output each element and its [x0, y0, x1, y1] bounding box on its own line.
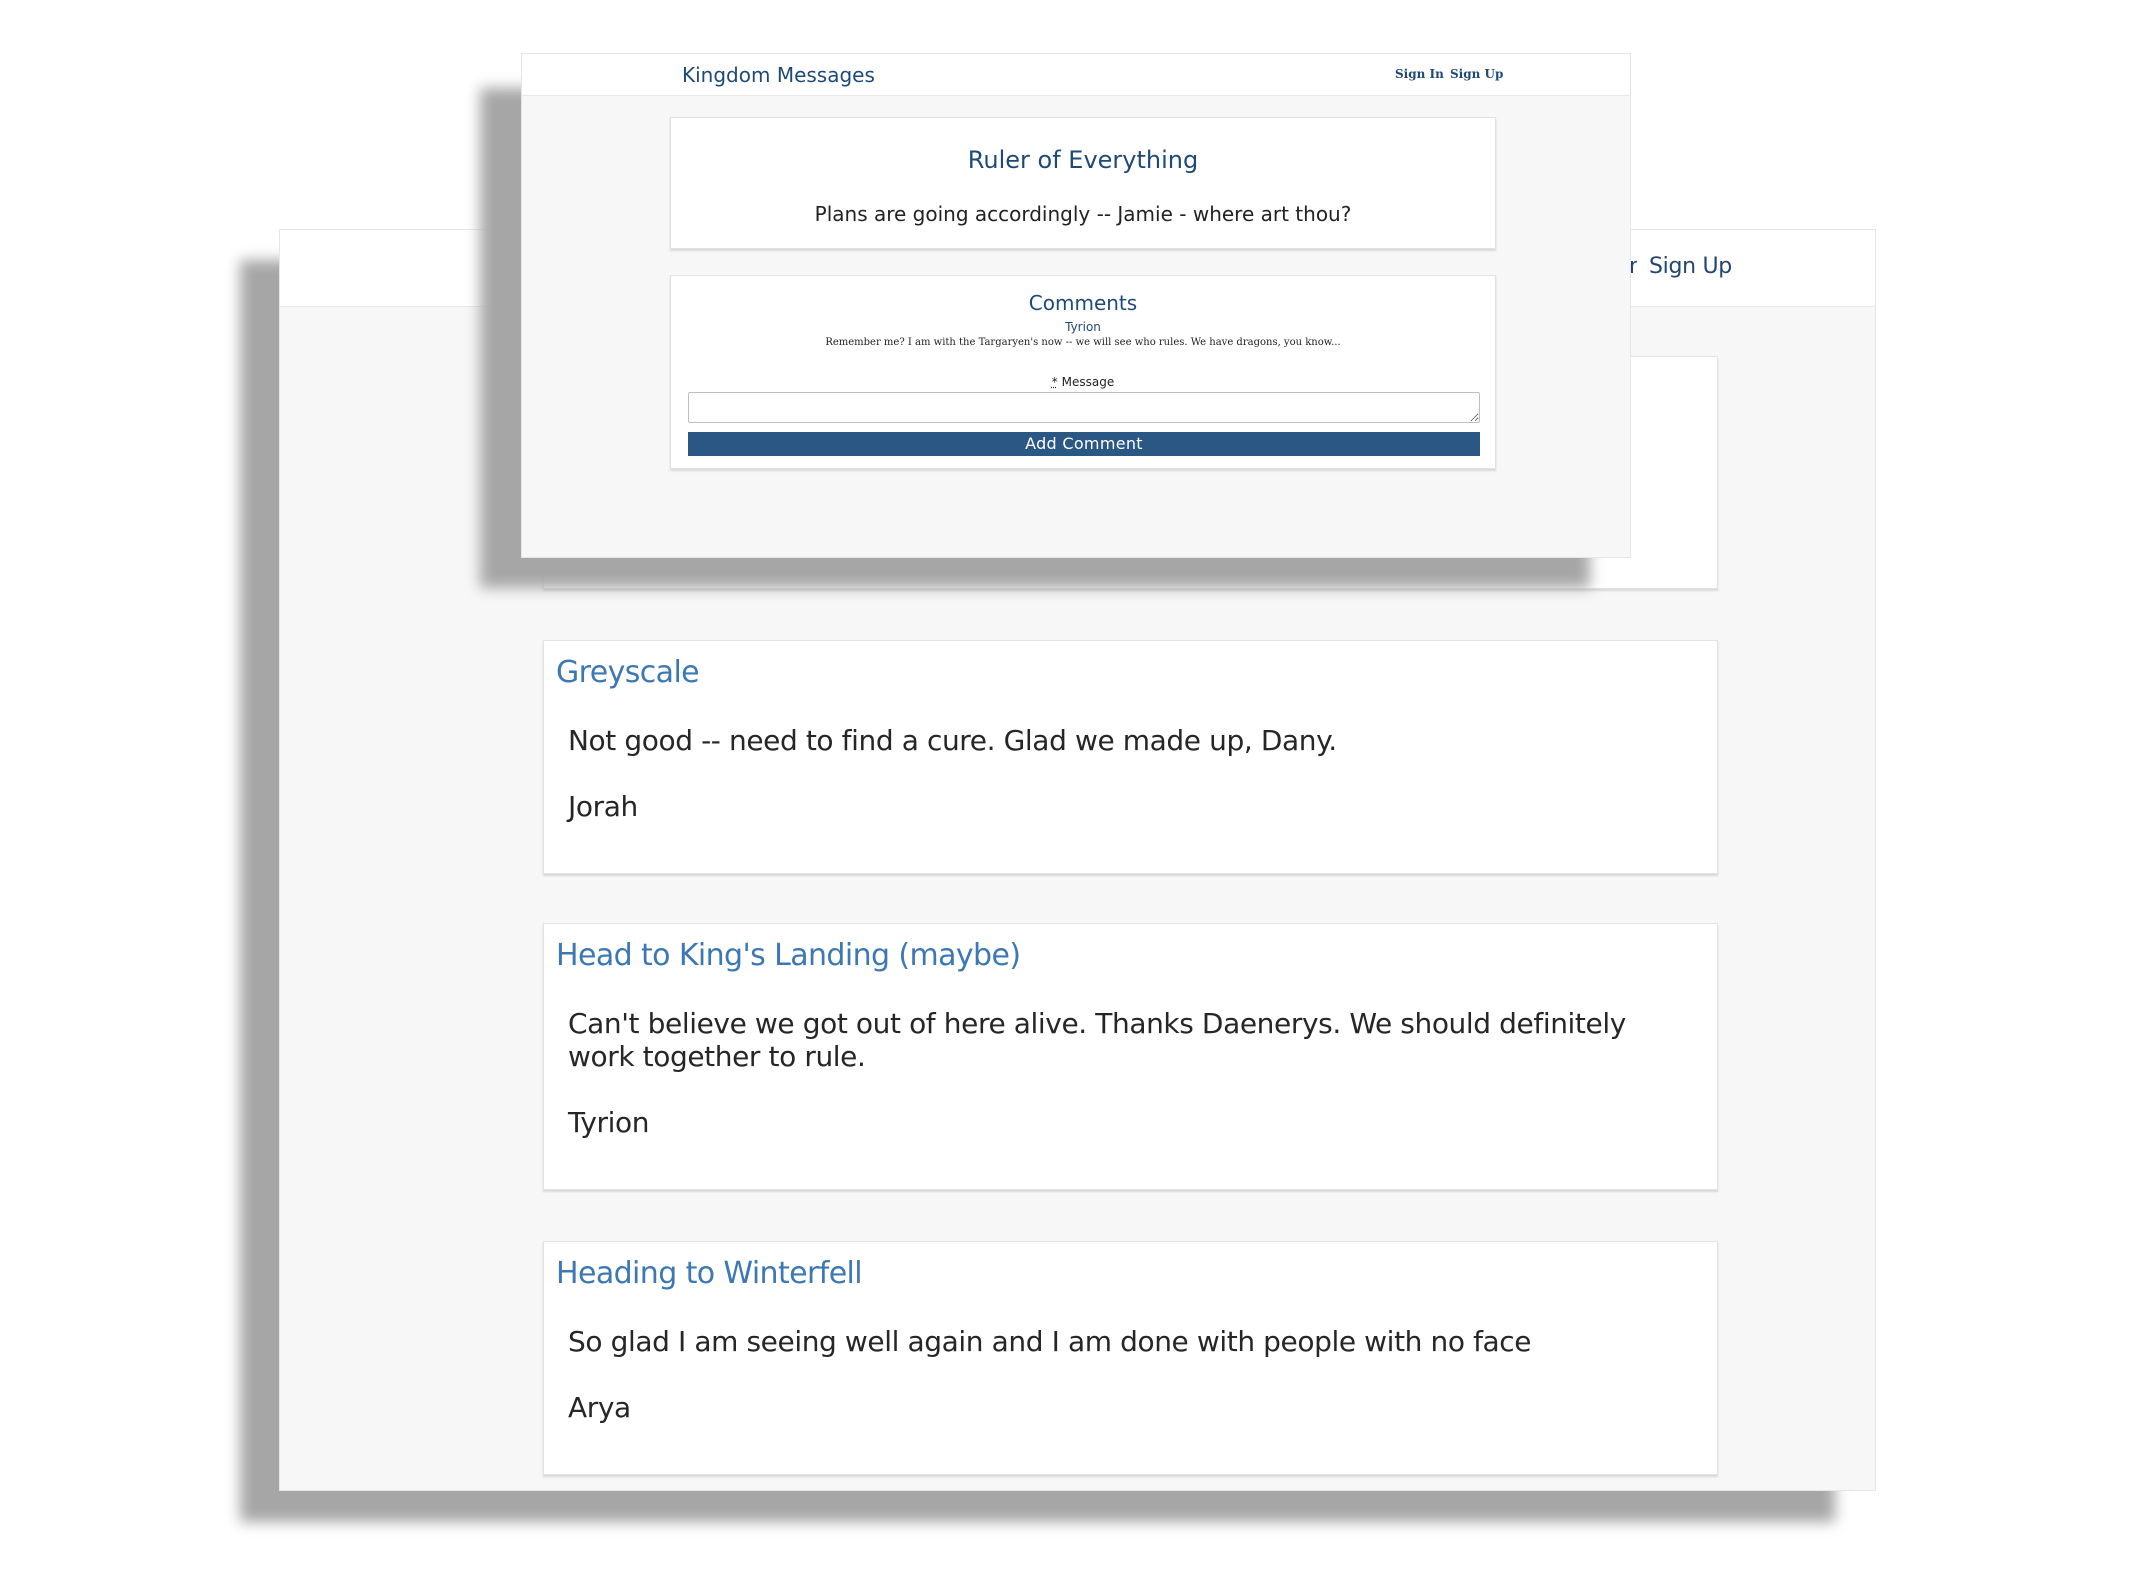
- post-detail-body: Plans are going accordingly -- Jamie - w…: [814, 202, 1352, 226]
- message-input[interactable]: [688, 392, 1480, 423]
- post-author: Jorah: [568, 790, 638, 823]
- post-title[interactable]: Heading to Winterfell: [556, 1256, 863, 1291]
- post-body: Can't believe we got out of here alive. …: [568, 1007, 1626, 1073]
- comment-text: Remember me? I am with the Targaryen's n…: [825, 337, 1341, 348]
- post-card: Greyscale Not good -- need to find a cur…: [543, 640, 1718, 874]
- comment-author: Tyrion: [1065, 320, 1101, 334]
- signin-link[interactable]: Sign In: [1395, 67, 1444, 81]
- post-body: So glad I am seeing well again and I am …: [568, 1325, 1532, 1358]
- post-detail-card: Ruler of Everything Plans are going acco…: [670, 117, 1496, 249]
- post-title[interactable]: Greyscale: [556, 655, 700, 690]
- signup-link[interactable]: Sign Up: [1450, 67, 1503, 81]
- message-label: * Message: [671, 375, 1495, 389]
- post-title[interactable]: Head to King's Landing (maybe): [556, 938, 1021, 973]
- post-card: Head to King's Landing (maybe) Can't bel…: [543, 923, 1718, 1190]
- back-signup-link[interactable]: Sign Up: [1649, 254, 1732, 279]
- add-comment-button[interactable]: Add Comment: [688, 432, 1480, 456]
- comments-card: Comments Tyrion Remember me? I am with t…: [670, 275, 1496, 469]
- comments-heading: Comments: [1028, 291, 1138, 315]
- front-header: Kingdom Messages Sign In Sign Up: [522, 54, 1630, 96]
- post-card: Heading to Winterfell So glad I am seein…: [543, 1241, 1718, 1475]
- post-author: Tyrion: [568, 1106, 650, 1139]
- required-marker: *: [1051, 375, 1058, 389]
- post-detail-title: Ruler of Everything: [967, 146, 1199, 174]
- post-body: Not good -- need to find a cure. Glad we…: [568, 724, 1337, 757]
- post-author: Arya: [568, 1391, 631, 1424]
- brand-link[interactable]: Kingdom Messages: [682, 63, 875, 87]
- front-window: Kingdom Messages Sign In Sign Up Ruler o…: [521, 53, 1631, 558]
- message-label-text: Message: [1061, 375, 1115, 389]
